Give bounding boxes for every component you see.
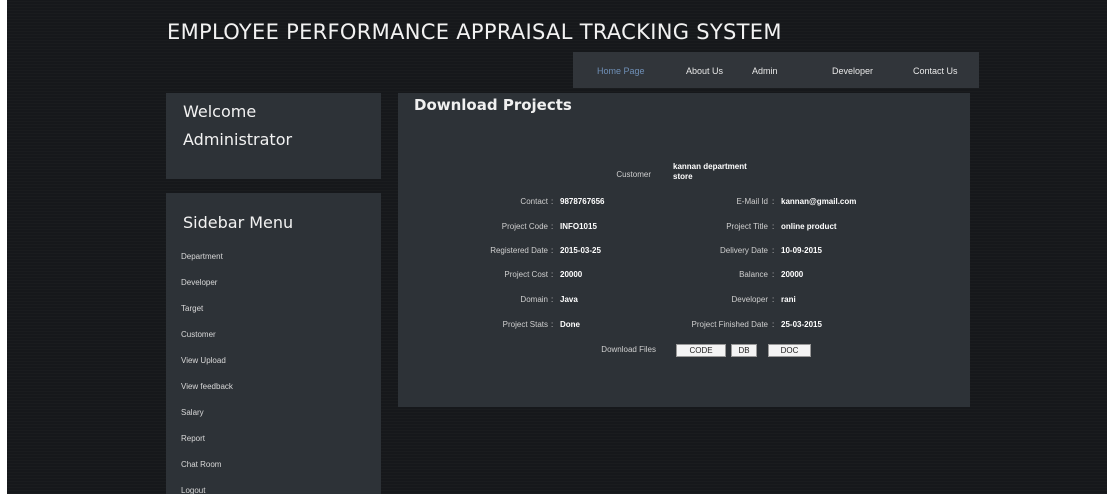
sidebar-item-report[interactable]: Report xyxy=(181,426,381,452)
field-separator: : xyxy=(551,270,554,279)
email-label: E-Mail Id xyxy=(736,197,768,206)
developer-value: rani xyxy=(781,295,796,304)
field-separator: : xyxy=(772,295,775,304)
sidebar-item-view-upload[interactable]: View Upload xyxy=(181,348,381,374)
nav-about-us[interactable]: About Us xyxy=(686,66,723,76)
field-separator: : xyxy=(551,295,554,304)
nav-admin[interactable]: Admin xyxy=(752,66,778,76)
customer-value: kannan department store xyxy=(673,162,747,181)
sidebar-item-chat-room[interactable]: Chat Room xyxy=(181,452,381,478)
finished-date-label: Project Finished Date xyxy=(691,320,768,329)
project-cost-label: Project Cost xyxy=(504,270,548,279)
download-projects-panel: Download Projects Customer kannan depart… xyxy=(398,93,970,407)
download-db-button[interactable]: DB xyxy=(731,344,757,357)
download-doc-button[interactable]: DOC xyxy=(768,344,811,357)
nav-developer[interactable]: Developer xyxy=(832,66,873,76)
sidebar-item-view-feedback[interactable]: View feedback xyxy=(181,374,381,400)
email-value: kannan@gmail.com xyxy=(781,197,857,206)
balance-label: Balance xyxy=(739,270,768,279)
field-separator: : xyxy=(551,197,554,206)
site-title: EMPLOYEE PERFORMANCE APPRAISAL TRACKING … xyxy=(167,20,782,44)
project-cost-value: 20000 xyxy=(560,270,583,279)
sidebar-item-target[interactable]: Target xyxy=(181,296,381,322)
project-status-label: Project Stats xyxy=(502,320,548,329)
sidebar-item-department[interactable]: Department xyxy=(181,244,381,270)
sidebar-item-customer[interactable]: Customer xyxy=(181,322,381,348)
sidebar-item-developer[interactable]: Developer xyxy=(181,270,381,296)
page-background: EMPLOYEE PERFORMANCE APPRAISAL TRACKING … xyxy=(7,0,1107,494)
page-title: Download Projects xyxy=(414,96,572,114)
project-title-label: Project Title xyxy=(726,222,768,231)
registered-date-value: 2015-03-25 xyxy=(560,246,601,255)
field-separator: : xyxy=(772,197,775,206)
welcome-panel: Welcome Administrator xyxy=(166,93,381,179)
field-separator: : xyxy=(551,222,554,231)
welcome-line: Welcome xyxy=(183,102,257,121)
sidebar-item-logout[interactable]: Logout xyxy=(181,478,381,494)
field-separator: : xyxy=(551,320,554,329)
nav-contact-us[interactable]: Contact Us xyxy=(913,66,958,76)
delivery-date-value: 10-09-2015 xyxy=(781,246,822,255)
finished-date-value: 25-03-2015 xyxy=(781,320,822,329)
project-status-value: Done xyxy=(560,320,580,329)
domain-value: Java xyxy=(560,295,578,304)
download-files-label: Download Files xyxy=(601,345,656,354)
top-navigation: Home Page About Us Admin Developer Conta… xyxy=(573,52,979,88)
welcome-role: Administrator xyxy=(183,130,293,149)
customer-label: Customer xyxy=(616,170,651,179)
balance-value: 20000 xyxy=(781,270,804,279)
sidebar-menu: Department Developer Target Customer Vie… xyxy=(166,244,381,494)
welcome-heading: Welcome Administrator xyxy=(166,93,381,154)
field-separator: : xyxy=(772,270,775,279)
sidebar-item-salary[interactable]: Salary xyxy=(181,400,381,426)
developer-label: Developer xyxy=(731,295,768,304)
field-separator: : xyxy=(772,246,775,255)
download-code-button[interactable]: CODE xyxy=(676,344,726,357)
contact-value: 9878767656 xyxy=(560,197,605,206)
field-separator: : xyxy=(772,320,775,329)
project-title-value: online product xyxy=(781,222,837,231)
contact-label: Contact xyxy=(520,197,548,206)
registered-date-label: Registered Date xyxy=(490,246,548,255)
project-code-value: INFO1015 xyxy=(560,222,597,231)
project-code-label: Project Code xyxy=(501,222,548,231)
sidebar: Sidebar Menu Department Developer Target… xyxy=(166,193,381,494)
nav-home-page[interactable]: Home Page xyxy=(597,66,645,76)
domain-label: Domain xyxy=(520,295,548,304)
delivery-date-label: Delivery Date xyxy=(719,246,768,255)
sidebar-title: Sidebar Menu xyxy=(183,213,294,232)
field-separator: : xyxy=(772,222,775,231)
field-separator: : xyxy=(551,246,554,255)
